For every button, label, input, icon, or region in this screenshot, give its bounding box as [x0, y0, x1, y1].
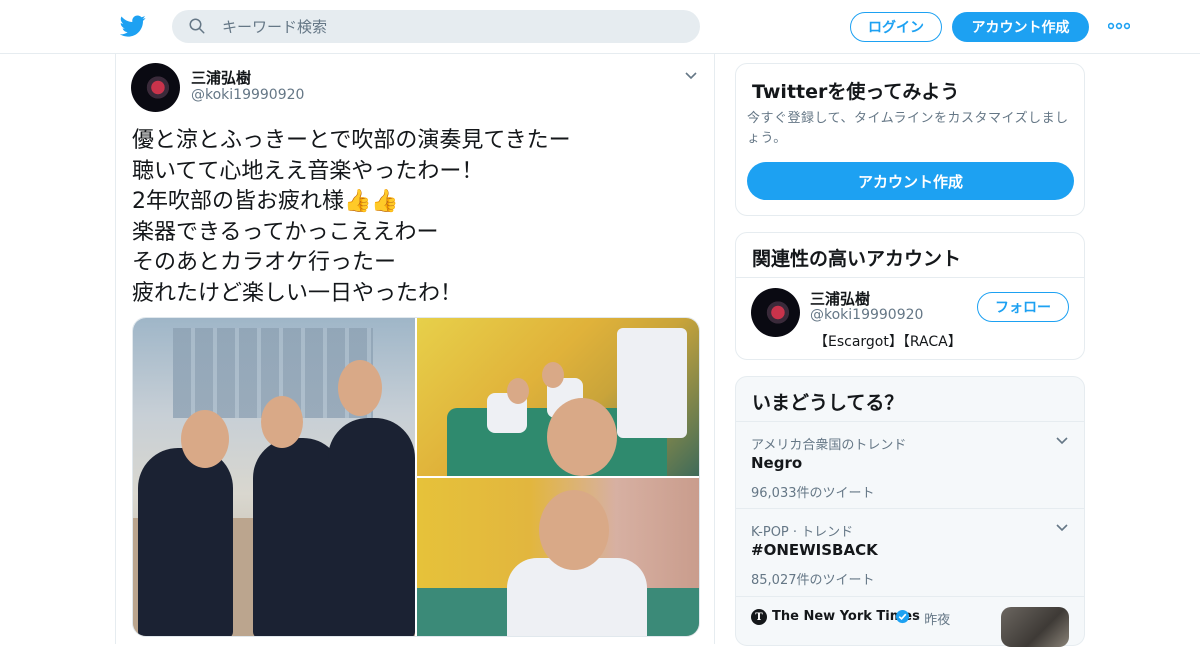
photo-figure — [328, 418, 415, 636]
verified-badge-icon — [895, 609, 910, 624]
card-description: 今すぐ登録して、タイムラインをカスタマイズしましょう。 — [747, 111, 1069, 146]
photo-face — [542, 362, 564, 388]
card-title: いまどうしてる？ — [752, 392, 904, 414]
photo-face — [338, 360, 382, 416]
account-bio: 【Escargot】【RACA】 — [814, 334, 962, 350]
trend-name[interactable]: Negro — [751, 454, 802, 472]
login-button[interactable]: ログイン — [850, 12, 942, 42]
card-title: Twitterを使ってみよう — [752, 81, 960, 103]
nyt-logo-icon: T — [751, 609, 767, 625]
search-icon — [189, 18, 205, 34]
chevron-down-icon[interactable] — [1055, 436, 1069, 446]
news-thumbnail[interactable] — [1001, 607, 1069, 647]
search-input[interactable] — [222, 10, 682, 43]
photo-figure — [617, 328, 687, 438]
trends-card: いまどうしてる？ アメリカ合衆国のトレンド Negro 96,033件のツイート… — [735, 376, 1085, 647]
trend-item[interactable]: K-POP · トレンド #ONEWISBACK 85,027件のツイート — [736, 508, 1084, 595]
tweet-photo[interactable] — [417, 478, 699, 636]
author-name[interactable]: 三浦弘樹 — [191, 67, 251, 88]
trend-item[interactable]: アメリカ合衆国のトレンド Negro 96,033件のツイート — [736, 421, 1084, 508]
news-item[interactable]: T The New York Times · 昨夜 — [736, 596, 1084, 656]
photo-face — [181, 410, 229, 468]
card-title: 関連性の高いアカウント — [752, 248, 962, 270]
photo-face — [539, 490, 609, 570]
news-time: · 昨夜 — [916, 613, 951, 628]
trend-meta: K-POP · トレンド — [751, 525, 854, 540]
photo-face — [507, 378, 529, 404]
related-accounts-card: 関連性の高いアカウント 三浦弘樹 @koki19990920 【Escargot… — [735, 232, 1085, 360]
account-handle[interactable]: @koki19990920 — [810, 307, 923, 323]
search-box — [172, 10, 700, 43]
tweet-photo[interactable] — [417, 318, 699, 476]
tweet-media-grid — [132, 317, 700, 637]
account-avatar[interactable] — [751, 288, 800, 337]
author-handle[interactable]: @koki19990920 — [191, 87, 304, 103]
photo-figure — [138, 448, 233, 636]
chevron-down-icon[interactable] — [1055, 523, 1069, 533]
trend-name[interactable]: #ONEWISBACK — [751, 541, 878, 559]
tweet-text: 優と涼とふっきーとで吹部の演奏見てきたー 聴いてて心地ええ音楽やったわー！ 2年… — [132, 128, 571, 306]
tweet-photo[interactable] — [133, 318, 415, 636]
signup-prompt-card: Twitterを使ってみよう 今すぐ登録して、タイムラインをカスタマイズしましょ… — [735, 63, 1085, 216]
tweet-card: 三浦弘樹 @koki19990920 優と涼とふっきーとで吹部の演奏見てきたー … — [115, 54, 715, 644]
signup-button[interactable]: アカウント作成 — [747, 162, 1074, 200]
photo-face — [547, 398, 617, 476]
divider — [736, 277, 1084, 278]
author-avatar[interactable] — [131, 63, 180, 112]
photo-face — [261, 396, 303, 448]
signup-button[interactable]: アカウント作成 — [952, 12, 1089, 42]
chevron-down-icon[interactable] — [684, 71, 698, 81]
trend-count: 96,033件のツイート — [751, 486, 875, 501]
trend-count: 85,027件のツイート — [751, 573, 875, 588]
account-name[interactable]: 三浦弘樹 — [810, 288, 870, 309]
more-options-icon[interactable] — [1108, 22, 1130, 30]
top-bar: ログイン アカウント作成 — [0, 0, 1200, 54]
twitter-bird-icon[interactable] — [120, 13, 146, 39]
trend-meta: アメリカ合衆国のトレンド — [751, 438, 907, 453]
follow-button[interactable]: フォロー — [977, 292, 1069, 322]
